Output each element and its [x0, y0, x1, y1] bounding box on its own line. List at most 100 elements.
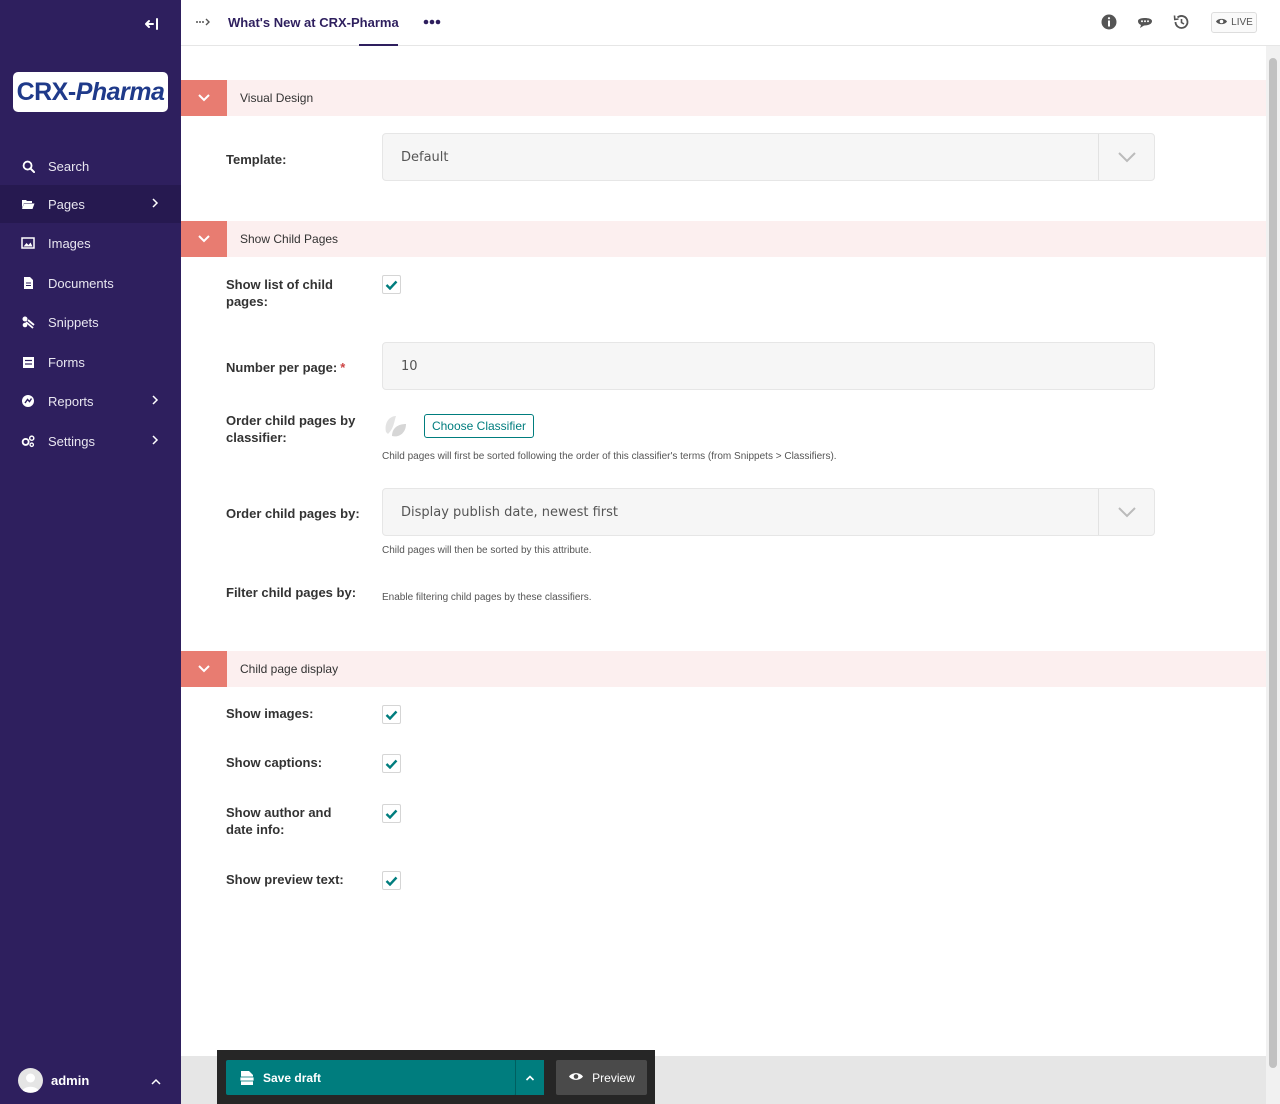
checkmark-icon [385, 809, 398, 819]
top-header: What's New at CRX-Pharma LIVE [181, 0, 1280, 47]
sidebar-item-snippets[interactable]: Snippets [0, 303, 181, 341]
per-page-value: 10 [401, 358, 418, 374]
sidebar-item-pages[interactable]: Pages [0, 185, 181, 223]
show-author-checkbox[interactable] [382, 804, 401, 823]
sidebar-item-search[interactable]: Search [0, 147, 181, 185]
user-name: admin [51, 1073, 90, 1088]
comment-icon[interactable] [1136, 13, 1154, 31]
live-status-badge[interactable]: LIVE [1211, 12, 1257, 33]
show-list-label: Show list of child pages: [226, 277, 333, 309]
chevron-down-icon [198, 665, 210, 673]
classifier-label: Order child pages by classifier: [226, 413, 356, 445]
chevron-down-icon [1098, 134, 1154, 180]
order-by-label: Order child pages by: [226, 506, 360, 521]
live-label: LIVE [1231, 17, 1253, 28]
classifier-help: Child pages will first be sorted followi… [382, 451, 837, 462]
search-icon [21, 159, 35, 173]
checkmark-icon [385, 710, 398, 720]
brand-logo[interactable]: CRX- Pharma [13, 72, 168, 112]
chevron-down-icon [198, 94, 210, 102]
cogs-icon [21, 434, 35, 448]
section-toggle-button[interactable] [181, 80, 227, 116]
vertical-scrollbar[interactable] [1266, 46, 1280, 1104]
required-marker: * [340, 360, 346, 375]
chevron-down-icon [198, 235, 210, 243]
template-select[interactable]: Default [382, 133, 1155, 181]
reports-icon [21, 394, 35, 408]
section-child-page-display: Child page display [181, 651, 1266, 687]
section-title: Show Child Pages [240, 232, 339, 246]
show-images-checkbox[interactable] [382, 705, 401, 724]
checkmark-icon [385, 280, 398, 290]
folder-open-icon [21, 197, 35, 211]
chevron-right-icon [149, 197, 161, 209]
eye-icon [1215, 17, 1228, 29]
sidebar-item-reports[interactable]: Reports [0, 382, 181, 420]
show-images-label: Show images: [226, 706, 314, 721]
choose-classifier-button[interactable]: Choose Classifier [424, 414, 534, 438]
document-icon [21, 276, 35, 290]
chevron-down-icon [1098, 489, 1154, 535]
history-icon[interactable] [1172, 13, 1190, 31]
show-preview-checkbox[interactable] [382, 871, 401, 890]
save-draft-label: Save draft [263, 1070, 322, 1085]
user-menu[interactable]: admin [18, 1068, 89, 1093]
show-list-checkbox[interactable] [382, 275, 401, 294]
section-title: Child page display [240, 662, 339, 676]
draft-document-icon [239, 1070, 255, 1086]
sidebar-item-label: Pages [48, 196, 85, 212]
per-page-label: Number per page: * [226, 359, 345, 376]
main-content: Visual Design Template: Default Show Chi… [181, 46, 1266, 1104]
avatar [18, 1068, 43, 1093]
sidebar-item-label: Documents [48, 275, 114, 291]
chevron-up-icon[interactable] [150, 1075, 162, 1087]
preview-button[interactable]: Preview [556, 1060, 647, 1095]
info-icon[interactable] [1100, 13, 1118, 31]
order-by-select[interactable]: Display publish date, newest first [382, 488, 1155, 536]
sidebar-item-label: Settings [48, 433, 95, 449]
leaf-icon [382, 412, 410, 440]
collapse-sidebar-icon[interactable] [142, 14, 162, 34]
show-captions-label: Show captions: [226, 755, 323, 770]
order-by-value: Display publish date, newest first [401, 504, 619, 520]
sidebar-item-label: Images [48, 235, 91, 251]
more-save-options-button[interactable] [515, 1060, 544, 1095]
section-title: Visual Design [240, 91, 314, 105]
sidebar-item-label: Search [48, 158, 90, 174]
form-icon [21, 355, 35, 369]
sidebar-item-label: Snippets [48, 314, 99, 330]
chevron-right-icon [149, 394, 161, 406]
template-label: Template: [226, 152, 287, 167]
section-toggle-button[interactable] [181, 221, 227, 257]
image-icon [21, 236, 35, 250]
per-page-label-text: Number per page: [226, 360, 338, 375]
section-show-child-pages: Show Child Pages [181, 221, 1266, 257]
checkmark-icon [385, 759, 398, 769]
breadcrumb-toggle-icon[interactable] [195, 16, 211, 31]
preview-label: Preview [592, 1070, 635, 1085]
filter-label: Filter child pages by: [226, 585, 357, 600]
brand-part1: CRX- [16, 77, 77, 106]
template-value: Default [401, 149, 449, 165]
sidebar-item-settings[interactable]: Settings [0, 422, 181, 460]
snippet-icon [21, 315, 35, 329]
sidebar-item-forms[interactable]: Forms [0, 343, 181, 381]
chevron-right-icon [149, 434, 161, 446]
footer-action-bar: Save draft Preview [217, 1050, 655, 1104]
order-by-help: Child pages will then be sorted by this … [382, 545, 592, 556]
more-actions-icon[interactable] [423, 12, 441, 30]
sidebar-item-documents[interactable]: Documents [0, 264, 181, 302]
scrollbar-thumb[interactable] [1269, 58, 1277, 1068]
sidebar-item-label: Forms [48, 354, 85, 370]
save-draft-button[interactable]: Save draft [226, 1060, 516, 1095]
sidebar-item-label: Reports [48, 393, 94, 409]
filter-help: Enable filtering child pages by these cl… [382, 592, 592, 603]
brand-part2: Pharma [75, 77, 165, 106]
section-visual-design: Visual Design [181, 80, 1266, 116]
chevron-up-icon [525, 1074, 535, 1081]
section-toggle-button[interactable] [181, 651, 227, 687]
per-page-input[interactable]: 10 [382, 342, 1155, 390]
eye-icon [568, 1071, 584, 1085]
sidebar-item-images[interactable]: Images [0, 224, 181, 262]
show-captions-checkbox[interactable] [382, 754, 401, 773]
